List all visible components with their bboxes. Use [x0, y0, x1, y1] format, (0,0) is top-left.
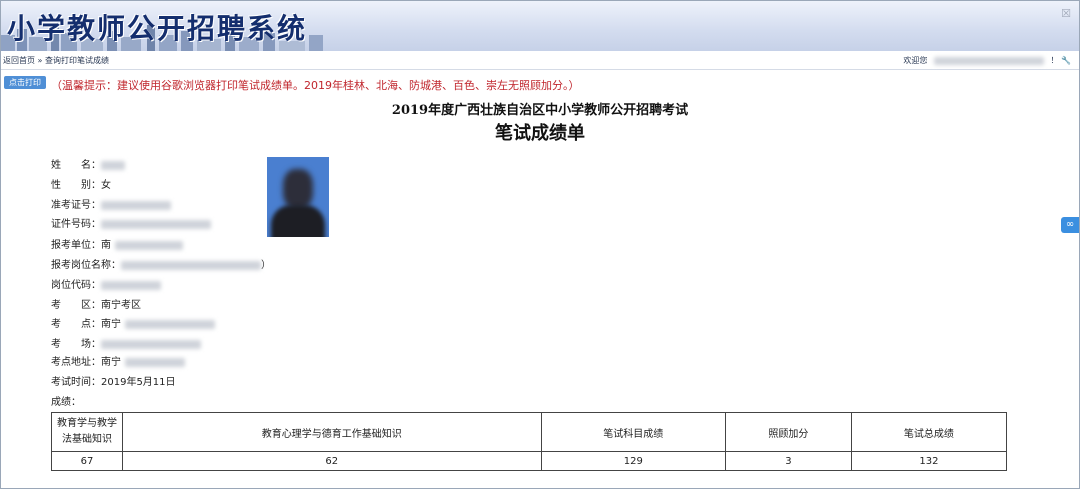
- field-exam-room: 考 场：: [51, 335, 201, 350]
- field-exam-site: 考 点：南宁: [51, 315, 215, 330]
- score-value-cell: 129: [540, 451, 726, 471]
- field-gender: 性 别：女: [51, 176, 111, 191]
- print-tip: （温馨提示：建议使用谷歌浏览器打印笔试成绩单。2019年桂林、北海、防城港、百色…: [51, 79, 580, 92]
- close-icon[interactable]: ☒: [1061, 7, 1071, 20]
- doc-title: 笔试成绩单: [495, 123, 585, 144]
- field-value: 女: [101, 180, 111, 191]
- breadcrumb[interactable]: 返回首页 » 查询打印笔试成绩: [3, 55, 109, 66]
- field-exam-time: 考试时间：2019年5月11日: [51, 373, 176, 388]
- redacted-value: [121, 260, 261, 270]
- score-value-row: 67 62 129 3 132: [51, 451, 1008, 471]
- field-label: 考 场：: [51, 339, 101, 350]
- field-label: 岗位代码：: [51, 280, 101, 291]
- redacted-value: [125, 357, 185, 367]
- redacted-value: [101, 339, 201, 349]
- top-nav-bar: 返回首页 » 查询打印笔试成绩 欢迎您 ！ 🔧: [1, 51, 1079, 70]
- photo-body: [271, 205, 325, 237]
- redacted-username: [933, 56, 1044, 65]
- field-label: 性 别：: [51, 180, 101, 191]
- score-header-cell: 教育心理学与德育工作基础知识: [122, 412, 542, 452]
- system-banner: 小学教师公开招聘系统 ☒: [1, 1, 1079, 51]
- field-label: 姓 名：: [51, 160, 101, 171]
- field-label: 证件号码：: [51, 219, 101, 230]
- score-value-cell: 3: [724, 451, 852, 471]
- field-label: 准考证号：: [51, 200, 101, 211]
- welcome-suffix: ！: [1050, 56, 1059, 65]
- score-value-cell: 67: [51, 451, 123, 471]
- user-welcome: 欢迎您 ！ 🔧: [903, 55, 1071, 66]
- field-employer: 报考单位：南: [51, 236, 183, 251]
- print-button[interactable]: 点击打印: [4, 76, 46, 89]
- field-label: 报考单位：: [51, 240, 101, 251]
- field-id-number: 证件号码：: [51, 215, 211, 230]
- redacted-value: [101, 200, 171, 210]
- field-site-address: 考点地址：南宁: [51, 353, 185, 368]
- score-header-cell: 笔试科目成绩: [540, 412, 726, 452]
- applicant-photo: [267, 157, 329, 237]
- field-ticket-number: 准考证号：: [51, 196, 171, 211]
- field-score: 成绩：: [51, 393, 81, 408]
- field-label: 成绩：: [51, 397, 81, 408]
- field-value: 南宁考区: [101, 300, 141, 311]
- system-title: 小学教师公开招聘系统: [7, 12, 308, 45]
- redacted-value: [101, 160, 125, 170]
- photo-face: [283, 169, 313, 209]
- browser-window: 小学教师公开招聘系统 ☒ 返回首页 » 查询打印笔试成绩 欢迎您 ！ 🔧 点击打…: [0, 0, 1080, 489]
- share-icon[interactable]: ∞: [1061, 217, 1079, 233]
- redacted-value: [101, 280, 161, 290]
- score-header-cell: 笔试总成绩: [850, 412, 1008, 452]
- score-header-cell: 照顾加分: [724, 412, 852, 452]
- field-label: 报考岗位名称：: [51, 260, 121, 271]
- exam-title: 2019年度广西壮族自治区中小学教师公开招聘考试: [391, 103, 689, 118]
- field-value: 南宁: [101, 357, 121, 368]
- field-label: 考试时间：: [51, 377, 101, 388]
- field-value: 南: [101, 240, 111, 251]
- redacted-value: [125, 319, 215, 329]
- field-exam-area: 考 区：南宁考区: [51, 296, 141, 311]
- score-header-row: 教育学与教学法基础知识 教育心理学与德育工作基础知识 笔试科目成绩 照顾加分 笔…: [51, 412, 1008, 452]
- score-value-cell: 62: [122, 451, 542, 471]
- field-name: 姓 名：: [51, 156, 125, 171]
- field-position-code: 岗位代码：: [51, 276, 161, 291]
- score-value-cell: 132: [850, 451, 1008, 471]
- field-label: 考 点：: [51, 319, 101, 330]
- welcome-label: 欢迎您: [903, 56, 928, 65]
- redacted-value: [115, 240, 183, 250]
- field-value: ）: [261, 260, 271, 271]
- field-label: 考点地址：: [51, 357, 101, 368]
- field-value: 2019年5月11日: [101, 377, 176, 388]
- logout-icon[interactable]: 🔧: [1061, 56, 1071, 65]
- redacted-value: [101, 219, 211, 229]
- field-value: 南宁: [101, 319, 121, 330]
- score-header-cell: 教育学与教学法基础知识: [51, 412, 123, 452]
- field-label: 考 区：: [51, 300, 101, 311]
- score-table: 教育学与教学法基础知识 教育心理学与德育工作基础知识 笔试科目成绩 照顾加分 笔…: [51, 412, 1008, 471]
- field-position-name: 报考岗位名称： ）: [51, 256, 271, 271]
